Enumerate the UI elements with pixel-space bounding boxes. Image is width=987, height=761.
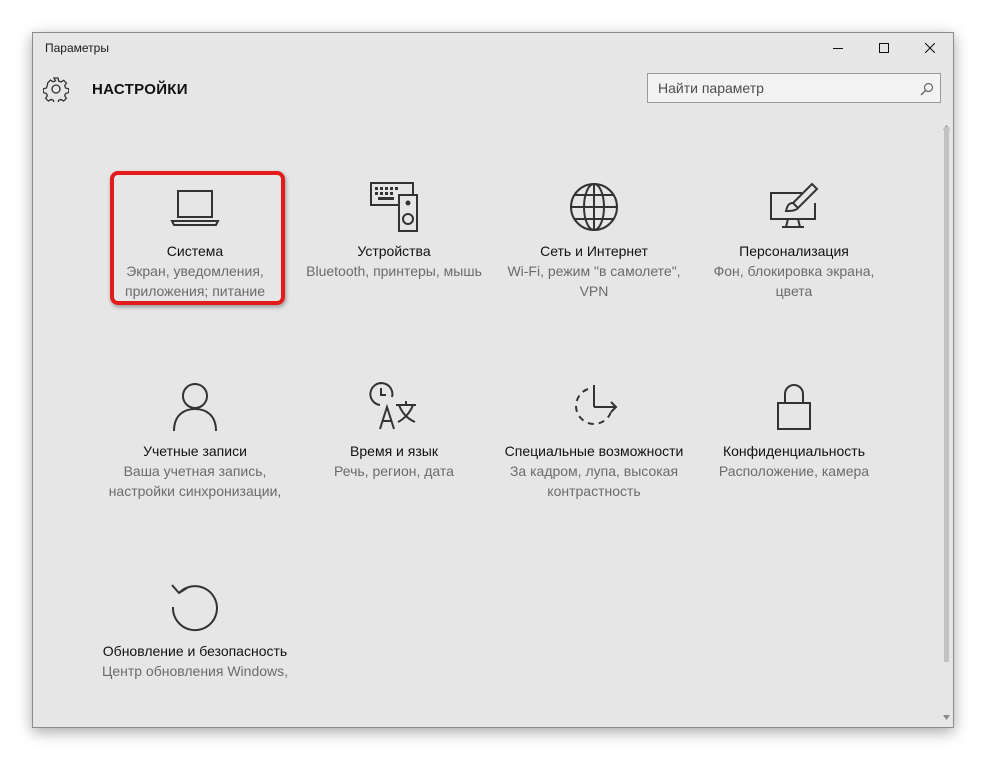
tile-description: Фон, блокировка экрана, цвета bbox=[713, 263, 875, 299]
tile-description: Речь, регион, дата bbox=[334, 463, 454, 479]
tile-description: За кадром, лупа, высокая контрастность bbox=[509, 463, 679, 499]
globe-icon bbox=[570, 183, 618, 231]
tile-devices[interactable]: Устройства Bluetooth, принтеры, мышь bbox=[299, 181, 489, 281]
tile-time-language[interactable]: Время и язык Речь, регион, дата bbox=[299, 381, 489, 481]
accessibility-icon bbox=[575, 385, 618, 425]
tile-accessibility[interactable]: Специальные возможности За кадром, лупа,… bbox=[499, 381, 689, 501]
gear-icon bbox=[42, 76, 70, 107]
tile-description: Расположение, камера bbox=[718, 463, 870, 479]
minimize-button[interactable] bbox=[815, 33, 861, 63]
page-title: НАСТРОЙКИ bbox=[92, 81, 188, 98]
tile-name: Сеть и Интернет bbox=[540, 243, 648, 259]
window-title: Параметры bbox=[45, 41, 109, 55]
update-icon bbox=[171, 584, 218, 632]
search-input[interactable] bbox=[648, 74, 908, 102]
tile-update-security[interactable]: Обновление и безопасность Центр обновлен… bbox=[100, 581, 290, 681]
close-icon bbox=[925, 43, 935, 53]
maximize-icon bbox=[879, 43, 889, 53]
tile-name: Персонализация bbox=[739, 243, 849, 259]
personalization-icon bbox=[770, 182, 819, 228]
minimize-icon bbox=[833, 48, 843, 49]
tile-description: Bluetooth, принтеры, мышь bbox=[306, 263, 482, 279]
tile-privacy[interactable]: Конфиденциальность Расположение, камера bbox=[699, 381, 889, 481]
lock-icon bbox=[777, 384, 811, 430]
tile-network[interactable]: Сеть и Интернет Wi-Fi, режим "в самолете… bbox=[499, 181, 689, 301]
tile-name: Обновление и безопасность bbox=[102, 643, 288, 659]
tile-description: Центр обновления Windows, bbox=[101, 663, 289, 679]
close-button[interactable] bbox=[907, 33, 953, 63]
tile-personalization[interactable]: Персонализация Фон, блокировка экрана, ц… bbox=[699, 181, 889, 301]
tile-name: Время и язык bbox=[350, 443, 438, 459]
maximize-button[interactable] bbox=[861, 33, 907, 63]
tile-description: Wi-Fi, режим "в самолете", VPN bbox=[507, 263, 681, 299]
tile-name: Устройства bbox=[357, 243, 431, 259]
tile-accounts[interactable]: Учетные записи Ваша учетная запись, наст… bbox=[100, 381, 290, 501]
tile-name: Специальные возможности bbox=[504, 443, 684, 459]
tile-description: Ваша учетная запись, настройки синхрониз… bbox=[108, 463, 282, 499]
tile-name: Конфиденциальность bbox=[722, 443, 865, 459]
scrollbar-thumb[interactable] bbox=[944, 127, 949, 662]
search-box[interactable] bbox=[647, 73, 941, 103]
settings-window: Параметры НАСТРОЙКИ Найти параметр Систе… bbox=[32, 32, 954, 728]
tile-name: Учетные записи bbox=[143, 443, 247, 459]
devices-icon bbox=[370, 182, 418, 232]
time-language-icon bbox=[369, 382, 416, 430]
scroll-down-arrow-icon[interactable] bbox=[943, 707, 950, 725]
search-icon[interactable] bbox=[920, 82, 934, 101]
highlight-frame bbox=[110, 171, 285, 305]
vertical-scrollbar[interactable] bbox=[940, 115, 953, 727]
user-icon bbox=[173, 383, 217, 432]
title-bar[interactable]: Параметры bbox=[33, 33, 953, 63]
